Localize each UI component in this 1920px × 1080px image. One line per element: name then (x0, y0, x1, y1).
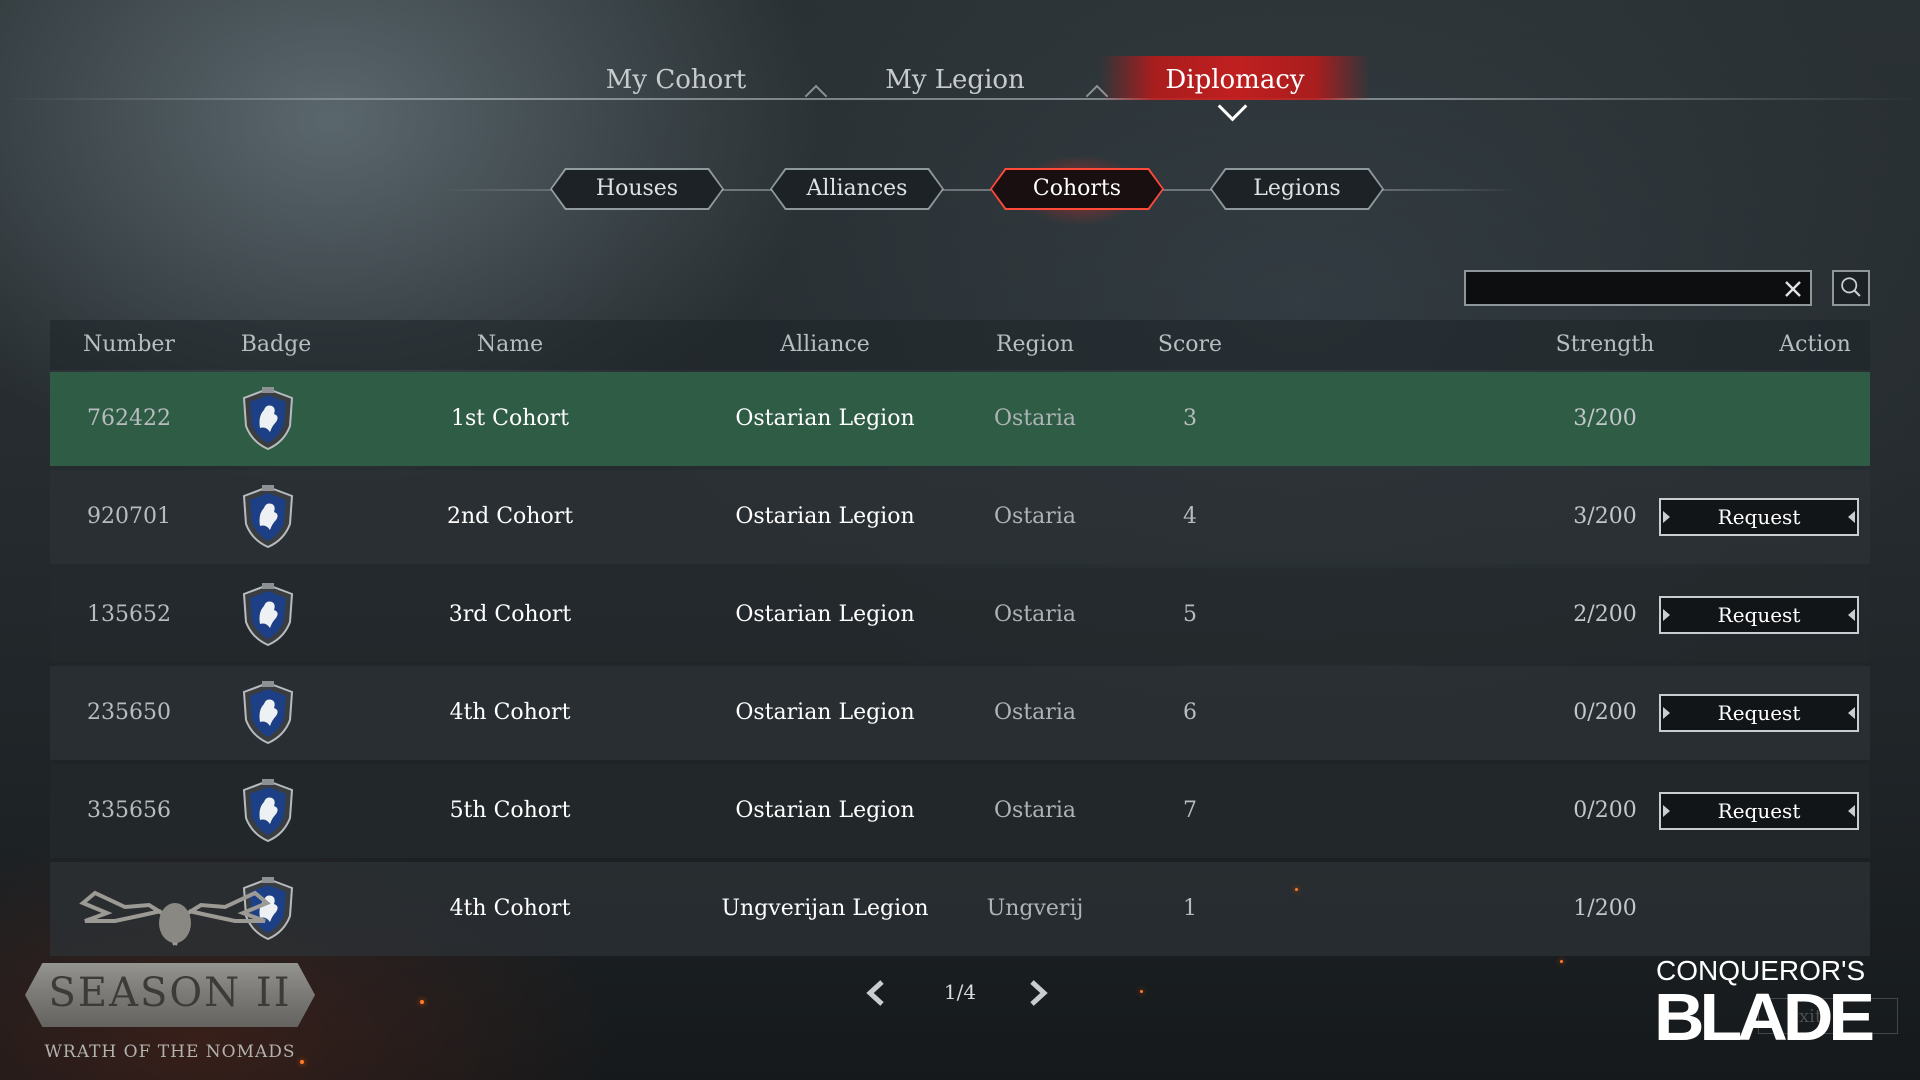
tab-my-legion[interactable]: My Legion (855, 60, 1055, 100)
button-left-arrow-icon (1663, 511, 1670, 523)
prev-page-icon[interactable] (862, 978, 888, 1008)
cohort-badge (230, 666, 310, 760)
season-subtitle: WRATH OF THE NOMADS (44, 1042, 296, 1062)
cohort-badge (230, 470, 310, 564)
cohort-name: 2nd Cohort (446, 504, 574, 529)
tab-my-cohort[interactable]: My Cohort (576, 60, 776, 100)
button-left-arrow-icon (1663, 707, 1670, 719)
cohort-strength: 1/200 (1573, 896, 1637, 921)
cohort-number: 335656 (87, 798, 171, 823)
button-right-arrow-icon (1848, 511, 1855, 523)
search-icon (1841, 277, 1861, 297)
cohort-name: 5th Cohort (449, 798, 571, 823)
request-button[interactable]: Request (1659, 596, 1859, 634)
header-number[interactable]: Number (50, 320, 208, 370)
cohort-score: 3 (1183, 406, 1197, 431)
cohort-badge (230, 764, 310, 858)
subtab-alliances[interactable]: Alliances (772, 170, 942, 208)
button-left-arrow-icon (1663, 609, 1670, 621)
header-badge: Badge (240, 332, 312, 357)
button-right-arrow-icon (1848, 707, 1855, 719)
wolf-shield-icon (242, 779, 294, 843)
request-button[interactable]: Request (1659, 498, 1859, 536)
ember-particle (420, 1000, 424, 1004)
cohort-score: 1 (1183, 896, 1197, 921)
game-logo: CONQUEROR'S BLADE (1650, 955, 1900, 1065)
table-row[interactable]: 335656 5th Cohort Ostarian Legion Ostari… (50, 764, 1870, 858)
button-right-arrow-icon (1848, 805, 1855, 817)
cohort-number: 920701 (87, 504, 171, 529)
cohorts-table: Number Badge Name Alliance Region Score … (50, 320, 1870, 960)
subtab-houses[interactable]: Houses (552, 170, 722, 208)
cohort-score: 7 (1183, 798, 1197, 823)
cohort-name: 3rd Cohort (448, 602, 572, 627)
cohort-number: 135652 (87, 602, 171, 627)
table-body: 762422 1st Cohort Ostarian Legion Ostari… (50, 372, 1870, 956)
header-name[interactable]: Name (410, 320, 610, 370)
header-action: Action (1779, 332, 1851, 357)
subtab-cohorts[interactable]: Cohorts (992, 170, 1162, 208)
request-button-label: Request (1717, 701, 1801, 725)
cohort-badge (230, 372, 310, 466)
cohort-badge (230, 568, 310, 662)
button-left-arrow-icon (1663, 805, 1670, 817)
table-header: Number Badge Name Alliance Region Score … (50, 320, 1870, 370)
subtab-legions[interactable]: Legions (1212, 170, 1382, 208)
table-row[interactable]: 135652 3rd Cohort Ostarian Legion Ostari… (50, 568, 1870, 662)
next-page-icon[interactable] (1026, 978, 1052, 1008)
request-button[interactable]: Request (1659, 792, 1859, 830)
wolf-shield-icon (242, 485, 294, 549)
close-icon[interactable] (1782, 278, 1804, 300)
search-input[interactable] (1464, 270, 1812, 306)
wolf-shield-icon (242, 387, 294, 451)
table-row[interactable]: 235650 4th Cohort Ostarian Legion Ostari… (50, 666, 1870, 760)
wolf-shield-icon (242, 681, 294, 745)
table-row[interactable]: 762422 1st Cohort Ostarian Legion Ostari… (50, 372, 1870, 466)
header-strength[interactable]: Strength (1490, 320, 1720, 370)
elk-skull-icon (79, 890, 271, 946)
table-row[interactable]: 4th Cohort Ungverijan Legion Ungverij 1 … (50, 862, 1870, 956)
cohort-score: 6 (1183, 700, 1197, 725)
ember-particle (300, 1060, 304, 1064)
cohort-strength: 3/200 (1573, 406, 1637, 431)
button-right-arrow-icon (1848, 609, 1855, 621)
request-button-label: Request (1717, 799, 1801, 823)
season-title: SEASON II (48, 970, 292, 1016)
cohort-score: 4 (1183, 504, 1197, 529)
season-logo: SEASON II WRATH OF THE NOMADS (20, 875, 320, 1075)
cohort-score: 5 (1183, 602, 1197, 627)
search-button[interactable] (1832, 270, 1870, 306)
request-button-label: Request (1717, 505, 1801, 529)
cohort-name: 4th Cohort (449, 700, 571, 725)
cohort-number: 235650 (87, 700, 171, 725)
request-button[interactable]: Request (1659, 694, 1859, 732)
table-row[interactable]: 920701 2nd Cohort Ostarian Legion Ostari… (50, 470, 1870, 564)
game-logo-line2: BLADE (1654, 979, 1875, 1055)
ember-particle (1295, 888, 1298, 891)
top-tab-bar: My Cohort My Legion Diplomacy (0, 60, 1920, 100)
header-score[interactable]: Score (1110, 320, 1270, 370)
wolf-shield-icon (242, 583, 294, 647)
cohort-name: 1st Cohort (451, 406, 569, 431)
ember-particle (1140, 990, 1143, 993)
page-indicator: 1/4 (943, 980, 977, 1004)
cohort-name: 4th Cohort (449, 896, 571, 921)
ember-particle (1560, 960, 1563, 963)
cohort-number: 762422 (87, 406, 171, 431)
request-button-label: Request (1717, 603, 1801, 627)
